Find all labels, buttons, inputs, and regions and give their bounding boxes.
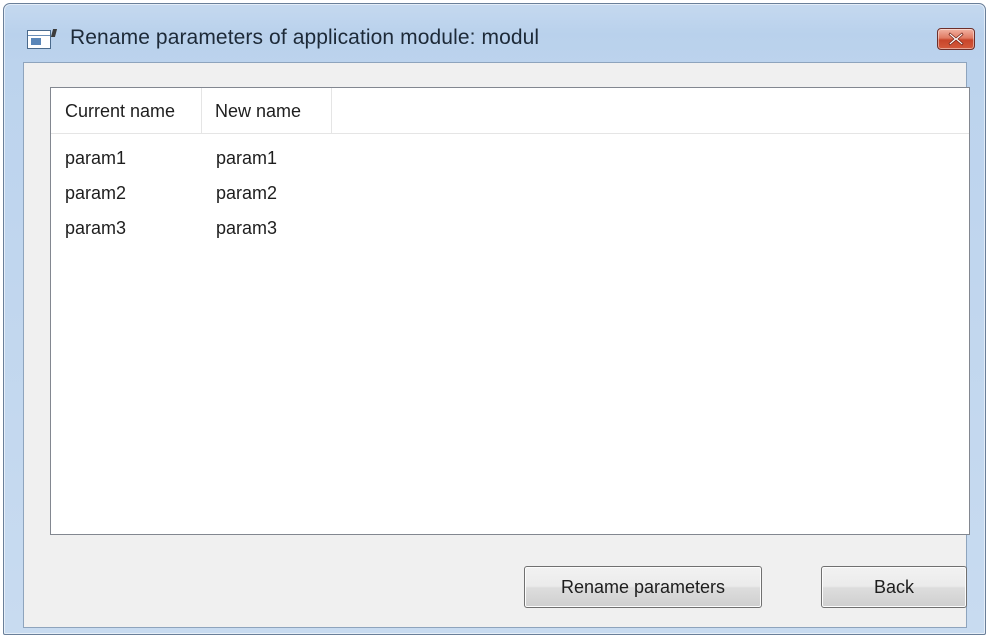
rename-parameters-button[interactable]: Rename parameters xyxy=(524,566,762,608)
new-name-cell: param1 xyxy=(216,148,278,168)
application-window-icon xyxy=(27,29,58,49)
column-header-new-name[interactable]: New name xyxy=(202,88,332,133)
close-icon xyxy=(948,32,964,46)
title-bar[interactable]: Rename parameters of application module:… xyxy=(4,4,985,62)
list-item[interactable]: param3 param3 xyxy=(51,212,969,247)
new-name-cell: param3 xyxy=(216,218,278,238)
dialog-client-area: Current name New name param1 param1 para… xyxy=(23,62,970,628)
list-header: Current name New name xyxy=(51,88,969,134)
dialog-window: Rename parameters of application module:… xyxy=(3,3,986,635)
current-name-cell: param3 xyxy=(65,218,127,238)
list-rows: param1 param1 param2 param2 param3 param… xyxy=(51,142,969,247)
window-title: Rename parameters of application module:… xyxy=(70,26,540,49)
parameters-list-view[interactable]: Current name New name param1 param1 para… xyxy=(50,87,970,535)
current-name-cell: param2 xyxy=(65,183,127,203)
list-item[interactable]: param1 param1 xyxy=(51,142,969,177)
current-name-cell: param1 xyxy=(65,148,127,168)
close-button[interactable] xyxy=(937,28,975,50)
new-name-cell: param2 xyxy=(216,183,278,203)
column-header-current-name[interactable]: Current name xyxy=(51,88,202,133)
list-item[interactable]: param2 param2 xyxy=(51,177,969,212)
back-button[interactable]: Back xyxy=(821,566,967,608)
